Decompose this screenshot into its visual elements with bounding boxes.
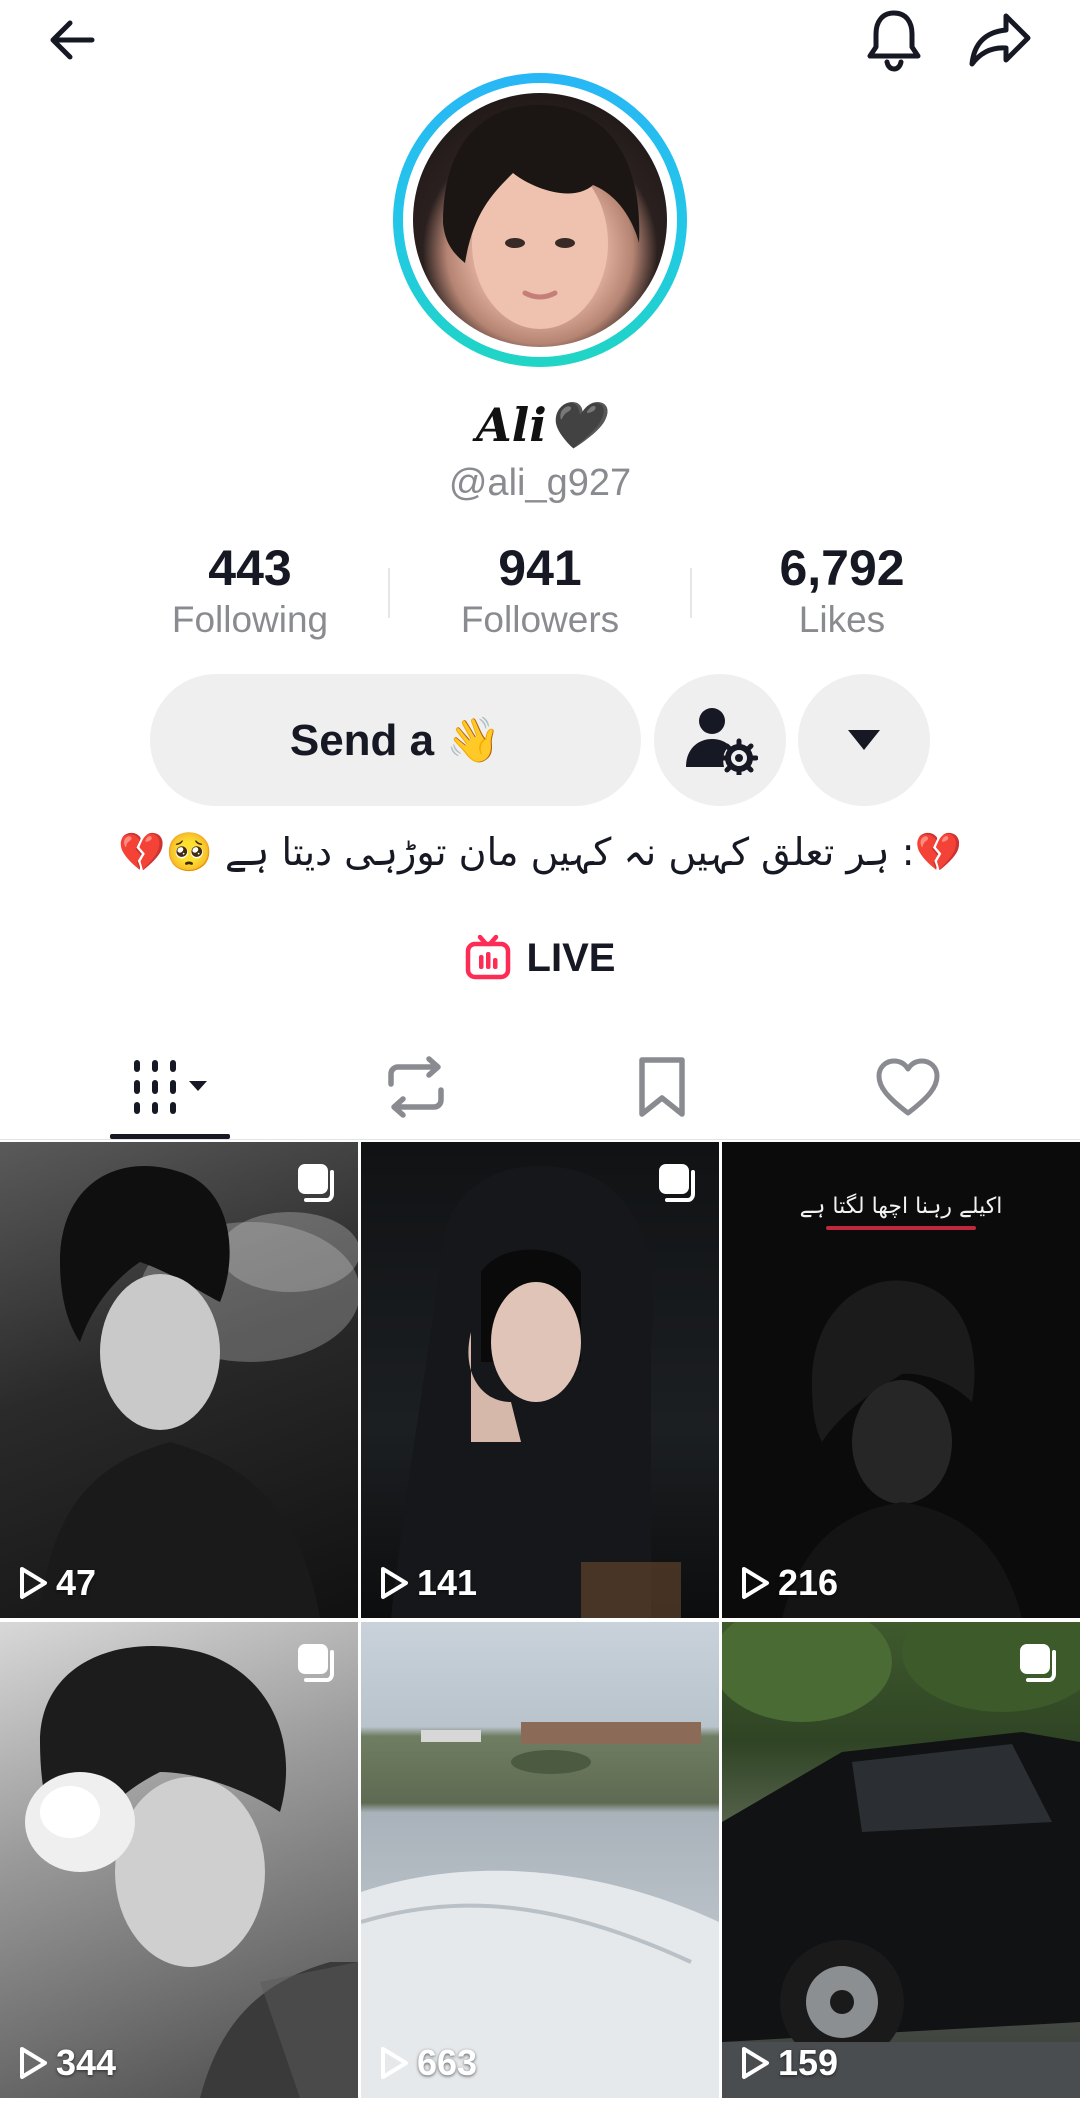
share-arrow-icon — [969, 13, 1031, 67]
view-count: 141 — [379, 1562, 477, 1604]
profile-stats: 443 Following 941 Followers 6,792 Likes — [110, 540, 970, 650]
heart-icon — [876, 1058, 940, 1116]
tab-videos[interactable] — [70, 1035, 270, 1139]
following-count: 443 — [208, 540, 292, 596]
view-count-value: 344 — [56, 2042, 117, 2083]
video-thumbnail[interactable]: 47 — [0, 1142, 358, 1618]
grid-bars-icon — [134, 1060, 207, 1114]
back-button[interactable] — [32, 0, 112, 80]
play-icon — [20, 2047, 47, 2079]
video-thumbnail[interactable]: 159 — [722, 1622, 1080, 2098]
stat-divider — [690, 568, 692, 618]
multi-photo-icon — [655, 1160, 699, 1209]
video-thumbnail[interactable]: اکیلے رہنا اچھا لگتا ہے 216 — [722, 1142, 1080, 1618]
view-count-value: 663 — [417, 2042, 478, 2083]
followers-label: Followers — [460, 599, 620, 640]
play-icon — [381, 1567, 408, 1599]
bio-text: 💔: ہر تعلق کہیں نہ کہیں مان توڑہی دیتا ہ… — [118, 830, 962, 874]
video-thumbnail[interactable]: 663 — [361, 1622, 719, 2098]
share-button[interactable] — [960, 0, 1040, 80]
view-count: 216 — [740, 1562, 838, 1604]
user-gear-icon — [686, 708, 758, 775]
top-bar — [0, 0, 1080, 80]
bookmark-icon — [639, 1057, 685, 1117]
avatar-ring[interactable] — [393, 73, 687, 367]
bell-icon — [867, 10, 921, 72]
caret-down-icon — [848, 730, 880, 750]
tab-favorites[interactable] — [562, 1035, 762, 1139]
play-icon — [20, 1567, 47, 1599]
view-count-value: 141 — [417, 1562, 478, 1603]
live-link[interactable]: LIVE — [0, 930, 1080, 986]
arrow-left-icon — [50, 20, 95, 60]
more-options-button[interactable] — [798, 674, 930, 806]
tabs-divider — [0, 1139, 1080, 1140]
view-count: 344 — [18, 2042, 116, 2084]
stat-likes: 6,792 Likes — [702, 540, 982, 644]
video-thumbnail[interactable]: 141 — [361, 1142, 719, 1618]
repost-icon — [388, 1056, 444, 1118]
profile-settings-button[interactable] — [654, 674, 786, 806]
stat-following[interactable]: 443 Following — [110, 540, 390, 644]
stat-divider — [388, 568, 390, 618]
multi-photo-icon — [294, 1640, 338, 1689]
multi-photo-icon — [1016, 1640, 1060, 1689]
username: @ali_g927 — [448, 462, 632, 504]
display-name: Ali🖤 — [476, 398, 604, 452]
thumbnail-caption: اکیلے رہنا اچھا لگتا ہے — [799, 1194, 1003, 1219]
video-grid: 47 141 اکیلے رہنا اچھا لگتا ہے 216 344 6… — [0, 1142, 1080, 2100]
likes-label: Likes — [798, 599, 886, 640]
view-count: 47 — [18, 1562, 96, 1604]
avatar — [413, 93, 667, 347]
play-icon — [381, 2047, 408, 2079]
video-thumbnail[interactable]: 344 — [0, 1622, 358, 2098]
live-tv-icon — [465, 935, 510, 980]
send-wave-button[interactable]: Send a 👋 — [150, 674, 641, 806]
view-count-value: 47 — [56, 1562, 97, 1603]
avatar-gap — [403, 83, 677, 357]
following-label: Following — [171, 599, 329, 640]
view-count: 663 — [379, 2042, 477, 2084]
play-icon — [742, 1567, 769, 1599]
notifications-button[interactable] — [854, 0, 934, 80]
tab-liked[interactable] — [808, 1035, 1008, 1139]
thumbnail-caption-subline — [722, 1226, 1080, 1230]
profile-tabs — [0, 1035, 1080, 1139]
view-count: 159 — [740, 2042, 838, 2084]
tab-reposts[interactable] — [316, 1035, 516, 1139]
view-count-value: 216 — [778, 1562, 839, 1603]
followers-count: 941 — [498, 540, 582, 596]
view-count-value: 159 — [778, 2042, 839, 2083]
likes-count: 6,792 — [779, 540, 905, 596]
multi-photo-icon — [294, 1160, 338, 1209]
play-icon — [742, 2047, 769, 2079]
profile-actions: Send a 👋 — [0, 674, 1080, 808]
stat-followers[interactable]: 941 Followers — [400, 540, 680, 644]
live-label: LIVE — [526, 935, 616, 980]
